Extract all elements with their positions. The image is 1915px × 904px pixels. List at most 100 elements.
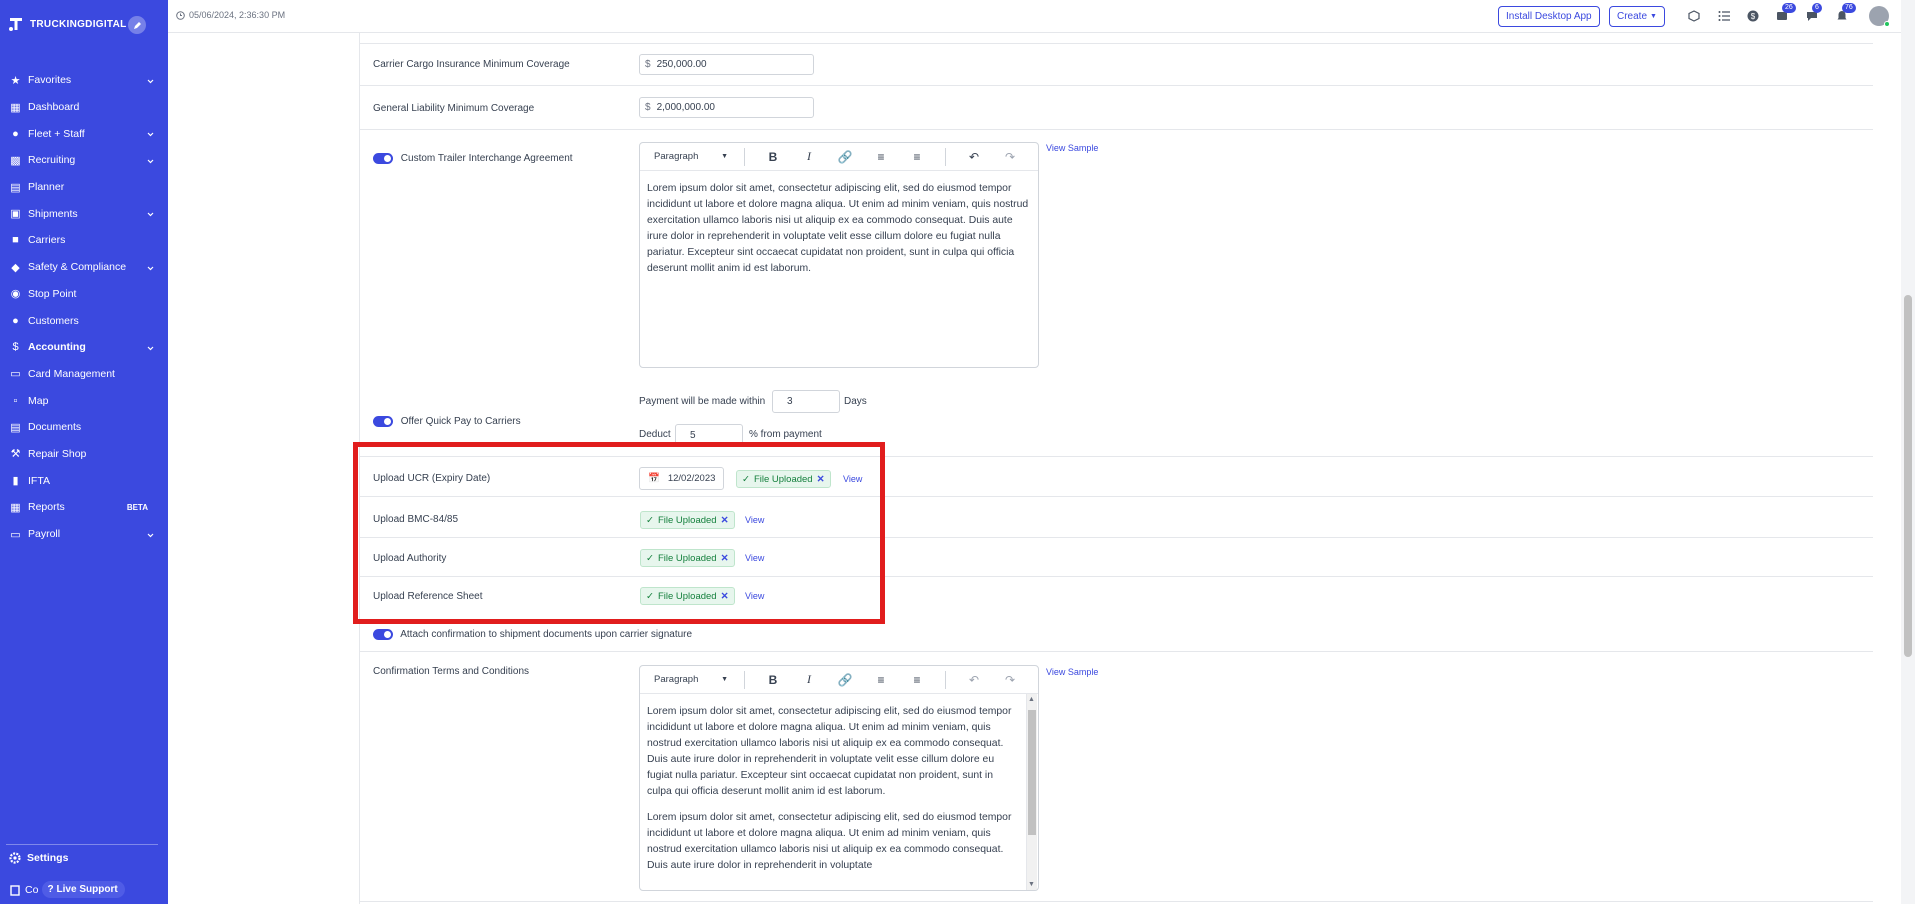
interchange-row: Custom Trailer Interchange Agreement xyxy=(373,153,573,164)
sidebar-item-payroll[interactable]: ▭ Payroll xyxy=(0,521,168,548)
sidebar-item-repair-shop[interactable]: ⚒ Repair Shop xyxy=(0,441,168,468)
view-sample-link[interactable]: View Sample xyxy=(1046,667,1098,677)
italic-icon[interactable]: I xyxy=(791,149,827,164)
chevron-down-icon: ▼ xyxy=(721,676,728,683)
create-button[interactable]: Create ▼ xyxy=(1609,6,1665,27)
attach-toggle[interactable] xyxy=(373,629,393,640)
bullet-list-icon[interactable]: ≡ xyxy=(863,673,899,687)
sidebar-item-customers[interactable]: ● Customers xyxy=(0,307,168,334)
sidebar-item-label: Carriers xyxy=(28,234,66,247)
chevron-down-icon[interactable] xyxy=(147,155,154,167)
sidebar-nav: ★ Favorites ▦ Dashboard ● Fleet + Staff ▩ Recru… xyxy=(0,67,168,547)
interchange-editor[interactable]: Paragraph ▼ B I 🔗 ≡ ≡ ↶ ↷ Lorem ipsum do… xyxy=(639,142,1039,368)
view-sample-link[interactable]: View Sample xyxy=(1046,143,1098,153)
interchange-text: Lorem ipsum dolor sit amet, consectetur … xyxy=(647,183,1029,274)
chevron-down-icon[interactable] xyxy=(147,342,154,354)
sidebar-item-map[interactable]: ▫ Map xyxy=(0,387,168,414)
list-icon[interactable] xyxy=(1717,9,1731,23)
toolbar-divider xyxy=(945,670,946,689)
chevron-down-icon[interactable] xyxy=(147,208,154,220)
interchange-editor-body[interactable]: Lorem ipsum dolor sit amet, consectetur … xyxy=(640,171,1038,287)
sidebar-item-label: Favorites xyxy=(28,74,72,87)
chevron-down-icon[interactable] xyxy=(147,529,154,541)
live-support-label: Live Support xyxy=(56,884,118,895)
install-desktop-app-button[interactable]: Install Desktop App xyxy=(1498,6,1600,27)
scroll-down-icon[interactable]: ▼ xyxy=(1028,881,1035,888)
sidebar-item-recruiting[interactable]: ▩ Recruiting xyxy=(0,147,168,174)
liability-coverage-label: General Liability Minimum Coverage xyxy=(373,103,535,114)
numbered-list-icon[interactable]: ≡ xyxy=(899,150,935,164)
dollar-circle-icon[interactable]: $ xyxy=(1746,9,1760,23)
notifications-badge: 76 xyxy=(1842,3,1856,13)
quickpay-toggle[interactable] xyxy=(373,416,393,427)
gear-icon xyxy=(9,852,21,864)
bold-icon[interactable]: B xyxy=(755,673,791,687)
timestamp: 05/06/2024, 2:36:30 PM xyxy=(176,10,285,20)
chat-icon[interactable]: 6 xyxy=(1805,3,1822,23)
sidebar-item-settings[interactable]: Settings xyxy=(9,852,68,864)
cargo-coverage-input[interactable]: $ 250,000.00 xyxy=(639,54,814,75)
numbered-list-icon[interactable]: ≡ xyxy=(899,673,935,687)
confirmation-editor[interactable]: Paragraph ▼ B I 🔗 ≡ ≡ ↶ ↷ Lorem ipsum do… xyxy=(639,665,1039,891)
help-icon: ? xyxy=(47,884,54,895)
chevron-down-icon[interactable] xyxy=(147,75,154,87)
bullet-list-icon[interactable]: ≡ xyxy=(863,150,899,164)
sidebar-item-shipments[interactable]: ▣ Shipments xyxy=(0,200,168,227)
interchange-toggle[interactable] xyxy=(373,153,393,164)
sidebar-item-dashboard[interactable]: ▦ Dashboard xyxy=(0,94,168,121)
link-icon[interactable]: 🔗 xyxy=(827,150,863,164)
chevron-down-icon[interactable] xyxy=(147,262,154,274)
confirmation-label: Confirmation Terms and Conditions xyxy=(373,666,530,677)
sidebar-item-favorites[interactable]: ★ Favorites xyxy=(0,67,168,94)
payroll-icon: ▭ xyxy=(10,528,21,541)
scrollbar-thumb[interactable] xyxy=(1028,710,1036,835)
confirmation-editor-body[interactable]: Lorem ipsum dolor sit amet, consectetur … xyxy=(640,694,1038,884)
brand-name: TRUCKINGDIGITAL xyxy=(30,18,127,30)
attach-label: Attach confirmation to shipment document… xyxy=(400,629,693,641)
sidebar-item-planner[interactable]: ▤ Planner xyxy=(0,174,168,201)
settings-label: Settings xyxy=(27,852,69,864)
sidebar-item-stop-point[interactable]: ◉ Stop Point xyxy=(0,281,168,308)
sidebar-item-company-partial[interactable]: Co xyxy=(25,884,38,896)
format-select[interactable]: Paragraph ▼ xyxy=(654,151,734,162)
sidebar-item-accounting[interactable]: $ Accounting xyxy=(0,334,168,361)
editor-scrollbar[interactable]: ▲ ▼ xyxy=(1026,694,1037,890)
messages-icon[interactable]: 26 xyxy=(1775,3,1796,23)
bold-icon[interactable]: B xyxy=(755,150,791,164)
avatar[interactable] xyxy=(1869,6,1890,27)
scroll-up-icon[interactable]: ▲ xyxy=(1028,696,1035,703)
sidebar-item-safety-compliance[interactable]: ◆ Safety & Compliance xyxy=(0,254,168,281)
redo-icon[interactable]: ↷ xyxy=(992,150,1028,164)
cargo-coverage-value: 250,000.00 xyxy=(656,59,707,70)
bell-icon[interactable]: 76 xyxy=(1835,3,1856,23)
page-scrollbar-thumb[interactable] xyxy=(1904,295,1912,657)
currency-symbol: $ xyxy=(645,59,651,70)
link-icon[interactable]: 🔗 xyxy=(827,673,863,687)
format-select[interactable]: Paragraph ▼ xyxy=(654,674,734,685)
page-scrollbar[interactable] xyxy=(1901,0,1915,904)
sidebar-item-card-management[interactable]: ▭ Card Management xyxy=(0,361,168,388)
online-status-dot xyxy=(1884,21,1890,27)
sidebar-item-ifta[interactable]: ▮ IFTA xyxy=(0,467,168,494)
sidebar-item-documents[interactable]: ▤ Documents xyxy=(0,414,168,441)
sidebar-item-fleet-staff[interactable]: ● Fleet + Staff xyxy=(0,120,168,147)
customers-icon: ● xyxy=(12,314,19,327)
beta-badge: BETA xyxy=(126,503,148,512)
cube-icon[interactable] xyxy=(1687,9,1701,23)
redo-icon[interactable]: ↷ xyxy=(992,673,1028,687)
payment-days-input[interactable]: 3 xyxy=(772,390,840,413)
brand[interactable]: TRUCKINGDIGITAL xyxy=(8,10,127,38)
undo-icon[interactable]: ↶ xyxy=(956,673,992,687)
italic-icon[interactable]: I xyxy=(791,672,827,687)
undo-icon[interactable]: ↶ xyxy=(956,150,992,164)
sidebar-item-label: Repair Shop xyxy=(28,447,87,460)
collapse-sidebar-button[interactable] xyxy=(128,16,146,34)
sidebar-item-reports[interactable]: ▦ Reports BETA xyxy=(0,494,168,521)
sidebar-item-carriers[interactable]: ■ Carriers xyxy=(0,227,168,254)
quickpay-label: Offer Quick Pay to Carriers xyxy=(400,416,521,428)
liability-coverage-input[interactable]: $ 2,000,000.00 xyxy=(639,97,814,118)
live-support-button[interactable]: ? Live Support xyxy=(42,881,125,898)
cargo-coverage-label: Carrier Cargo Insurance Minimum Coverage xyxy=(373,59,570,70)
highlight-box xyxy=(353,442,885,624)
chevron-down-icon[interactable] xyxy=(147,128,154,140)
